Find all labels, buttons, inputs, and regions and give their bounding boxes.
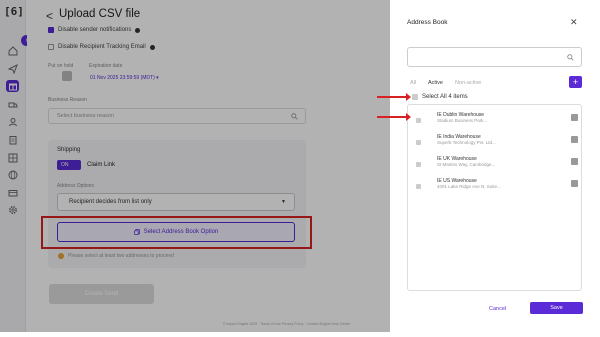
list-item[interactable]: IE UK Warehouse St Martins Way, Cambridg…: [414, 156, 578, 176]
address-details-icon[interactable]: [571, 158, 578, 165]
panel-title: Address Book: [407, 19, 448, 26]
address-list: IE Dublin Warehouse Stadium Business Par…: [407, 104, 582, 291]
address-checkbox[interactable]: [416, 184, 421, 189]
add-address-button[interactable]: +: [569, 76, 582, 88]
address-line: St Martins Way, Cambridge...: [437, 162, 496, 167]
modal-overlay[interactable]: [0, 0, 390, 332]
select-all-checkbox[interactable]: [412, 94, 418, 100]
tab-active[interactable]: Active: [428, 80, 443, 86]
tab-all[interactable]: All: [410, 80, 416, 86]
address-details-icon[interactable]: [571, 114, 578, 121]
address-details-icon[interactable]: [571, 136, 578, 143]
address-line: Stadium Business Park...: [437, 118, 488, 123]
list-item[interactable]: IE India Warehouse Superb Technology Pvt…: [414, 134, 578, 154]
search-icon: [567, 54, 574, 61]
address-checkbox[interactable]: [416, 118, 421, 123]
save-button[interactable]: Save: [530, 302, 583, 314]
address-checkbox[interactable]: [416, 140, 421, 145]
address-line: 4001 Lake Ridge Ave N. Suite...: [437, 184, 501, 189]
list-item[interactable]: IE US Warehouse 4001 Lake Ridge Ave N. S…: [414, 178, 578, 198]
list-item[interactable]: IE Dublin Warehouse Stadium Business Par…: [414, 112, 578, 132]
annotation-arrow-first-item: [377, 113, 411, 121]
address-search-input[interactable]: [413, 51, 563, 69]
select-all-label: Select All 4 items: [422, 94, 468, 100]
close-icon[interactable]: ✕: [570, 17, 578, 28]
cancel-button[interactable]: Cancel: [489, 306, 506, 312]
address-book-panel: Address Book ✕ All Active Non-active + S…: [390, 0, 600, 337]
address-checkbox[interactable]: [416, 162, 421, 167]
tab-non-active[interactable]: Non-active: [455, 80, 481, 86]
address-line: Superb Technology Pvt. Ltd...: [437, 140, 496, 145]
annotation-arrow-select-all: [377, 93, 411, 101]
address-details-icon[interactable]: [571, 180, 578, 187]
select-all-row[interactable]: Select All 4 items: [412, 94, 468, 100]
address-search[interactable]: [407, 47, 582, 69]
